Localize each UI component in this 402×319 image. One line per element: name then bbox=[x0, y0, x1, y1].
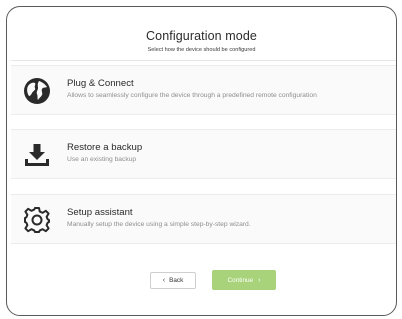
option-restore-backup[interactable]: Restore a backup Use an existing backup bbox=[11, 129, 396, 179]
option-title: Setup assistant bbox=[67, 207, 133, 218]
option-description: Manually setup the device using a simple… bbox=[67, 221, 251, 228]
option-title: Plug & Connect bbox=[67, 78, 134, 89]
option-title: Restore a backup bbox=[67, 142, 143, 153]
option-text: Plug & Connect Allows to seamlessly conf… bbox=[67, 78, 317, 101]
page-title: Configuration mode bbox=[146, 29, 257, 43]
option-description: Allows to seamlessly configure the devic… bbox=[67, 92, 317, 99]
back-button-label: Back bbox=[169, 277, 184, 284]
back-button[interactable]: ‹ Back bbox=[150, 272, 196, 289]
download-icon bbox=[23, 141, 51, 169]
option-text: Restore a backup Use an existing backup bbox=[67, 142, 142, 165]
continue-button[interactable]: Continue › bbox=[212, 270, 276, 290]
dialog-header: Configuration mode Select how the device… bbox=[7, 29, 396, 53]
header-divider bbox=[11, 60, 396, 61]
option-plug-and-connect[interactable]: Plug & Connect Allows to seamlessly conf… bbox=[11, 65, 396, 115]
chevron-right-icon: › bbox=[258, 276, 261, 284]
globe-icon bbox=[23, 77, 51, 105]
continue-button-label: Continue bbox=[227, 276, 254, 284]
gear-icon bbox=[23, 206, 51, 234]
option-description: Use an existing backup bbox=[67, 156, 137, 163]
dialog-buttons: ‹ Back Continue › bbox=[7, 269, 396, 291]
chevron-left-icon: ‹ bbox=[162, 277, 166, 284]
page-subtitle: Select how the device should be configur… bbox=[147, 47, 256, 53]
option-setup-assistant[interactable]: Setup assistant Manually setup the devic… bbox=[11, 194, 396, 244]
configuration-dialog: Configuration mode Select how the device… bbox=[6, 6, 397, 316]
option-text: Setup assistant Manually setup the devic… bbox=[67, 207, 251, 230]
